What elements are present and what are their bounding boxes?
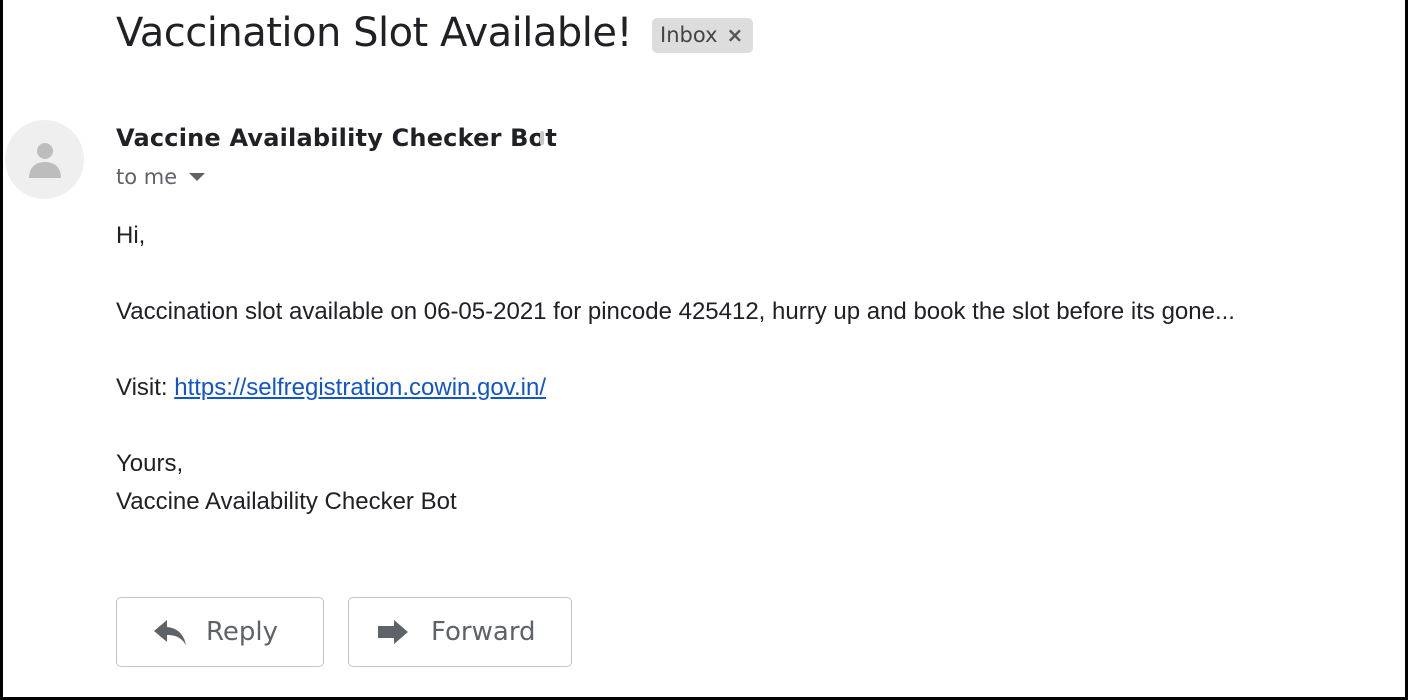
person-icon [28, 142, 61, 178]
inbox-label-chip[interactable]: Inbox × [652, 17, 754, 53]
email-view: Vaccination Slot Available! Inbox × Vacc… [0, 0, 1408, 700]
dropdown-arrow-icon[interactable] [189, 173, 206, 181]
reply-button[interactable]: Reply [116, 597, 324, 667]
recipient-details-toggle[interactable]: to me [116, 165, 206, 189]
email-subject: Vaccination Slot Available! [116, 10, 633, 56]
label-text: Inbox [660, 23, 718, 47]
forward-button[interactable]: Forward [348, 597, 572, 667]
visit-line: Visit: https://selfregistration.cowin.go… [116, 374, 546, 402]
email-message: Vaccination slot available on 06-05-2021… [116, 298, 1235, 325]
forward-label: Forward [431, 617, 536, 647]
email-greeting: Hi, [116, 222, 146, 249]
email-signature: Vaccine Availability Checker Bot [116, 488, 457, 515]
sender-email-fragment [540, 131, 544, 145]
forward-arrow-icon [377, 619, 409, 645]
sender-avatar[interactable] [5, 120, 84, 199]
reply-arrow-icon [153, 618, 187, 646]
subject-header: Vaccination Slot Available! Inbox × [116, 10, 754, 56]
recipient-text: to me [116, 165, 178, 189]
cowin-link[interactable]: https://selfregistration.cowin.gov.in/ [174, 374, 546, 401]
visit-prefix: Visit: [116, 374, 175, 401]
email-closing: Yours, [116, 450, 184, 477]
sender-name[interactable]: Vaccine Availability Checker Bot [116, 124, 557, 152]
reply-label: Reply [206, 617, 279, 647]
remove-label-icon[interactable]: × [727, 25, 744, 45]
